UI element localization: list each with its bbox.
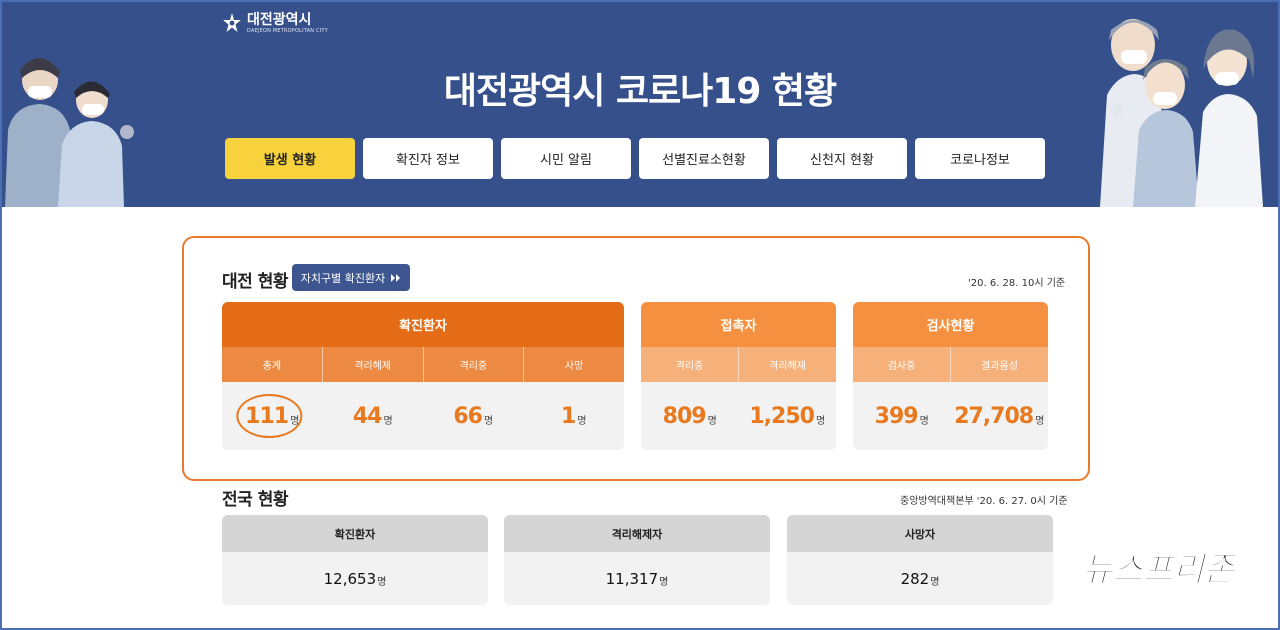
national-deaths-value: 282	[900, 569, 930, 588]
confirmed-card-title: 확진환자	[222, 302, 624, 347]
highlight-circle	[236, 394, 303, 438]
tests-in-progress-value: 399 명	[874, 403, 929, 429]
confirmed-deaths-value: 1명	[560, 403, 587, 429]
confirmed-card: 확진환자 총계 격리해제 격리중 사망 111 명 44 명 66 명 1명	[222, 302, 624, 450]
nav-tab-patient-info[interactable]: 확진자 정보	[363, 138, 493, 179]
national-deaths-card: 사망자 282 명	[787, 515, 1053, 605]
tests-col-negative: 결과음성	[981, 361, 1018, 372]
city-emblem-icon	[223, 13, 241, 32]
district-confirmed-button[interactable]: 자치구별 확진환자	[292, 264, 410, 291]
national-released-card: 격리해제자 11,317 명	[504, 515, 770, 605]
nav-tab-corona-info[interactable]: 코로나정보	[915, 138, 1045, 179]
double-chevron-right-icon	[391, 273, 401, 282]
contacts-released-value: 1,250 명	[749, 403, 826, 429]
contacts-col-isolated: 격리중	[641, 347, 739, 382]
contacts-card-title: 접촉자	[641, 302, 836, 347]
district-button-label: 자치구별 확진환자	[300, 271, 386, 285]
confirmed-col-total: 총계	[222, 347, 323, 382]
national-confirmed-value: 12,653	[323, 569, 377, 588]
national-confirmed-card: 확진환자 12,653 명	[222, 515, 488, 605]
contacts-col-released: 격리해제	[769, 361, 806, 372]
national-confirmed-label: 확진환자	[222, 515, 488, 552]
national-released-value: 11,317	[605, 569, 659, 588]
main-nav: 발생 현황 확진자 정보 시민 알림 선별진료소현황 신천지 현황 코로나정보	[225, 138, 1045, 179]
contacts-card: 접촉자 격리중 격리해제 809 명 1,250 명	[641, 302, 836, 450]
national-released-label: 격리해제자	[504, 515, 770, 552]
contacts-isolated-value: 809 명	[662, 403, 717, 429]
city-logo[interactable]: 대전광역시 DAEJEON METROPOLITAN CITY	[221, 12, 328, 34]
national-timestamp: 중앙방역대책본부 '20. 6. 27. 0시 기준	[900, 496, 1068, 507]
nav-tab-shincheonji[interactable]: 신천지 현황	[777, 138, 907, 179]
national-deaths-label: 사망자	[787, 515, 1053, 552]
tests-negative-value: 27,708 명	[954, 403, 1045, 429]
daejeon-timestamp: '20. 6. 28. 10시 기준	[968, 278, 1066, 289]
news-watermark: 뉴스프리존	[1081, 550, 1234, 591]
nav-tab-citizen-notice[interactable]: 시민 알림	[501, 138, 631, 179]
tests-card-title: 검사현황	[853, 302, 1048, 347]
nav-tab-screening-clinics[interactable]: 선별진료소현황	[639, 138, 769, 179]
nav-tab-outbreak-status[interactable]: 발생 현황	[225, 138, 355, 179]
national-section-title: 전국 현황	[222, 490, 288, 510]
confirmed-col-deaths: 사망	[564, 361, 584, 372]
logo-english-text: DAEJEON METROPOLITAN CITY	[247, 27, 328, 34]
page-title: 대전광역시 코로나19 현황	[443, 71, 837, 112]
tests-col-in-progress: 검사중	[853, 347, 951, 382]
confirmed-released-value: 44 명	[352, 403, 393, 429]
logo-korean-text: 대전광역시	[247, 11, 312, 28]
header-banner: 대전광역시 DAEJEON METROPOLITAN CITY 대전광역시 코로…	[0, 0, 1280, 207]
confirmed-total-value: 111 명	[222, 382, 323, 450]
tests-card: 검사현황 검사중 결과음성 399 명 27,708 명	[853, 302, 1048, 450]
daejeon-section-title: 대전 현황	[222, 272, 288, 292]
confirmed-isolated-value: 66 명	[453, 403, 494, 429]
confirmed-col-isolated: 격리중	[424, 347, 525, 382]
confirmed-col-released: 격리해제	[323, 347, 424, 382]
